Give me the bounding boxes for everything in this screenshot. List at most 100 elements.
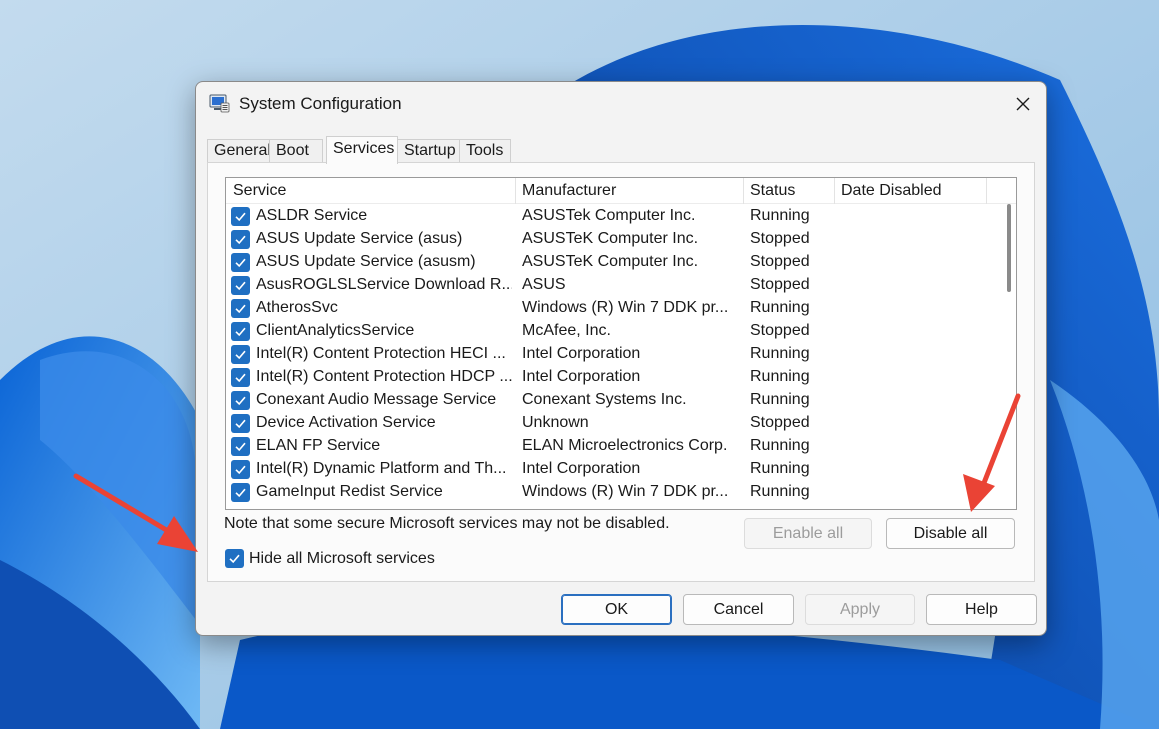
service-name-cell: Intel(R) Content Protection HDCP ... — [256, 368, 512, 385]
help-button[interactable]: Help — [926, 594, 1037, 625]
checkmark-icon — [235, 327, 246, 337]
tab-tools[interactable]: Tools — [459, 139, 511, 163]
service-checkbox[interactable] — [231, 368, 250, 387]
service-checkbox[interactable] — [231, 414, 250, 433]
status-cell: Running — [750, 345, 810, 362]
service-name-cell: ASLDR Service — [256, 207, 368, 224]
close-icon — [1016, 97, 1030, 111]
service-row[interactable]: Intel(R) Content Protection HECI ... Inte… — [226, 343, 996, 366]
column-header-service[interactable]: Service — [233, 182, 286, 200]
service-row[interactable]: AtherosSvc Windows (R) Win 7 DDK pr... Run… — [226, 297, 996, 320]
checkmark-icon — [235, 281, 246, 291]
service-row[interactable]: ClientAnalyticsService McAfee, Inc. Stoppe… — [226, 320, 996, 343]
disable-all-button[interactable]: Disable all — [886, 518, 1015, 549]
checkmark-icon — [235, 488, 246, 498]
status-cell: Running — [750, 391, 810, 408]
status-cell: Running — [750, 483, 810, 500]
service-row[interactable]: ASUS Update Service (asus) ASUSTeK Comput… — [226, 228, 996, 251]
column-divider[interactable] — [834, 178, 835, 204]
scrollbar-thumb[interactable] — [1007, 204, 1011, 292]
status-cell: Stopped — [750, 276, 810, 293]
service-checkbox[interactable] — [231, 253, 250, 272]
manufacturer-cell: Intel Corporation — [522, 460, 641, 477]
tab-general[interactable]: General — [207, 139, 271, 163]
column-divider[interactable] — [743, 178, 744, 204]
column-divider[interactable] — [986, 178, 987, 204]
service-name-cell: GameInput Redist Service — [256, 483, 443, 500]
service-checkbox[interactable] — [231, 460, 250, 479]
checkmark-icon — [235, 442, 246, 452]
service-checkbox[interactable] — [231, 207, 250, 226]
column-header-manufacturer[interactable]: Manufacturer — [522, 182, 616, 200]
service-row[interactable]: ASUS Update Service (asusm) ASUSTeK Compu… — [226, 251, 996, 274]
service-name-cell: ASUS Update Service (asus) — [256, 230, 463, 247]
column-divider[interactable] — [515, 178, 516, 204]
service-row[interactable]: AsusROGLSLService Download R... ASUS Stopp… — [226, 274, 996, 297]
checkmark-icon — [235, 258, 246, 268]
checkmark-icon — [235, 373, 246, 383]
service-name-cell: ASUS Update Service (asusm) — [256, 253, 476, 270]
manufacturer-cell: ASUSTek Computer Inc. — [522, 207, 696, 224]
service-row[interactable]: ELAN FP Service ELAN Microelectronics Cor… — [226, 435, 996, 458]
manufacturer-cell: ASUSTeK Computer Inc. — [522, 230, 699, 247]
service-checkbox[interactable] — [231, 276, 250, 295]
service-checkbox[interactable] — [231, 322, 250, 341]
service-row[interactable]: ASLDR Service ASUSTek Computer Inc. Runnin… — [226, 205, 996, 228]
service-checkbox[interactable] — [231, 299, 250, 318]
manufacturer-cell: ASUSTeK Computer Inc. — [522, 253, 699, 270]
checkmark-icon — [235, 212, 246, 222]
service-row[interactable]: GameInput Redist Service Windows (R) Win … — [226, 481, 996, 504]
service-row[interactable]: Intel(R) Dynamic Platform and Th... Intel… — [226, 458, 996, 481]
enable-all-button[interactable]: Enable all — [744, 518, 872, 549]
manufacturer-cell: Unknown — [522, 414, 589, 431]
checkmark-icon — [229, 554, 240, 564]
system-configuration-icon — [209, 94, 230, 113]
service-checkbox[interactable] — [231, 345, 250, 364]
service-checkbox[interactable] — [231, 230, 250, 249]
service-checkbox[interactable] — [231, 483, 250, 502]
manufacturer-cell: Intel Corporation — [522, 368, 641, 385]
service-name-cell: AtherosSvc — [256, 299, 338, 316]
manufacturer-cell: ASUS — [522, 276, 566, 293]
close-button[interactable] — [1000, 82, 1046, 126]
service-name-cell: Device Activation Service — [256, 414, 436, 431]
status-cell: Running — [750, 460, 810, 477]
service-name-cell: ELAN FP Service — [256, 437, 381, 454]
checkbox[interactable] — [225, 549, 244, 568]
service-row[interactable]: Device Activation Service Unknown Stopped — [226, 412, 996, 435]
column-header-date-disabled[interactable]: Date Disabled — [841, 182, 942, 200]
window-title: System Configuration — [239, 94, 402, 113]
service-name-cell: Conexant Audio Message Service — [256, 391, 497, 408]
manufacturer-cell: ELAN Microelectronics Corp. — [522, 437, 728, 454]
service-name-cell: AsusROGLSLService Download R... — [256, 276, 512, 293]
status-cell: Stopped — [750, 253, 810, 270]
services-list[interactable]: Service Manufacturer Status Date Disable… — [225, 177, 1017, 510]
ok-button[interactable]: OK — [561, 594, 672, 625]
column-header-status[interactable]: Status — [750, 182, 795, 200]
vertical-scrollbar[interactable] — [1004, 204, 1014, 509]
manufacturer-cell: McAfee, Inc. — [522, 322, 611, 339]
status-cell: Running — [750, 299, 810, 316]
status-cell: Running — [750, 437, 810, 454]
manufacturer-cell: Conexant Systems Inc. — [522, 391, 687, 408]
cancel-button[interactable]: Cancel — [683, 594, 794, 625]
service-row[interactable]: Intel(R) Content Protection HDCP ... Inte… — [226, 366, 996, 389]
checkmark-icon — [235, 350, 246, 360]
status-cell: Running — [750, 207, 810, 224]
service-checkbox[interactable] — [231, 437, 250, 456]
manufacturer-cell: Intel Corporation — [522, 345, 641, 362]
status-cell: Stopped — [750, 414, 810, 431]
checkmark-icon — [235, 396, 246, 406]
service-checkbox[interactable] — [231, 391, 250, 410]
apply-button[interactable]: Apply — [805, 594, 915, 625]
tab-services[interactable]: Services — [326, 136, 398, 164]
title-bar[interactable]: System Configuration — [196, 82, 1046, 126]
tab-boot[interactable]: Boot — [269, 139, 323, 163]
service-row[interactable]: Conexant Audio Message Service Conexant S… — [226, 389, 996, 412]
system-configuration-dialog: System Configuration General Boot Servic… — [195, 81, 1047, 636]
checkmark-icon — [235, 419, 246, 429]
manufacturer-cell: Windows (R) Win 7 DDK pr... — [522, 299, 729, 316]
tab-startup[interactable]: Startup — [397, 139, 460, 163]
checkmark-icon — [235, 465, 246, 475]
services-list-header: Service Manufacturer Status Date Disable… — [226, 178, 1016, 204]
